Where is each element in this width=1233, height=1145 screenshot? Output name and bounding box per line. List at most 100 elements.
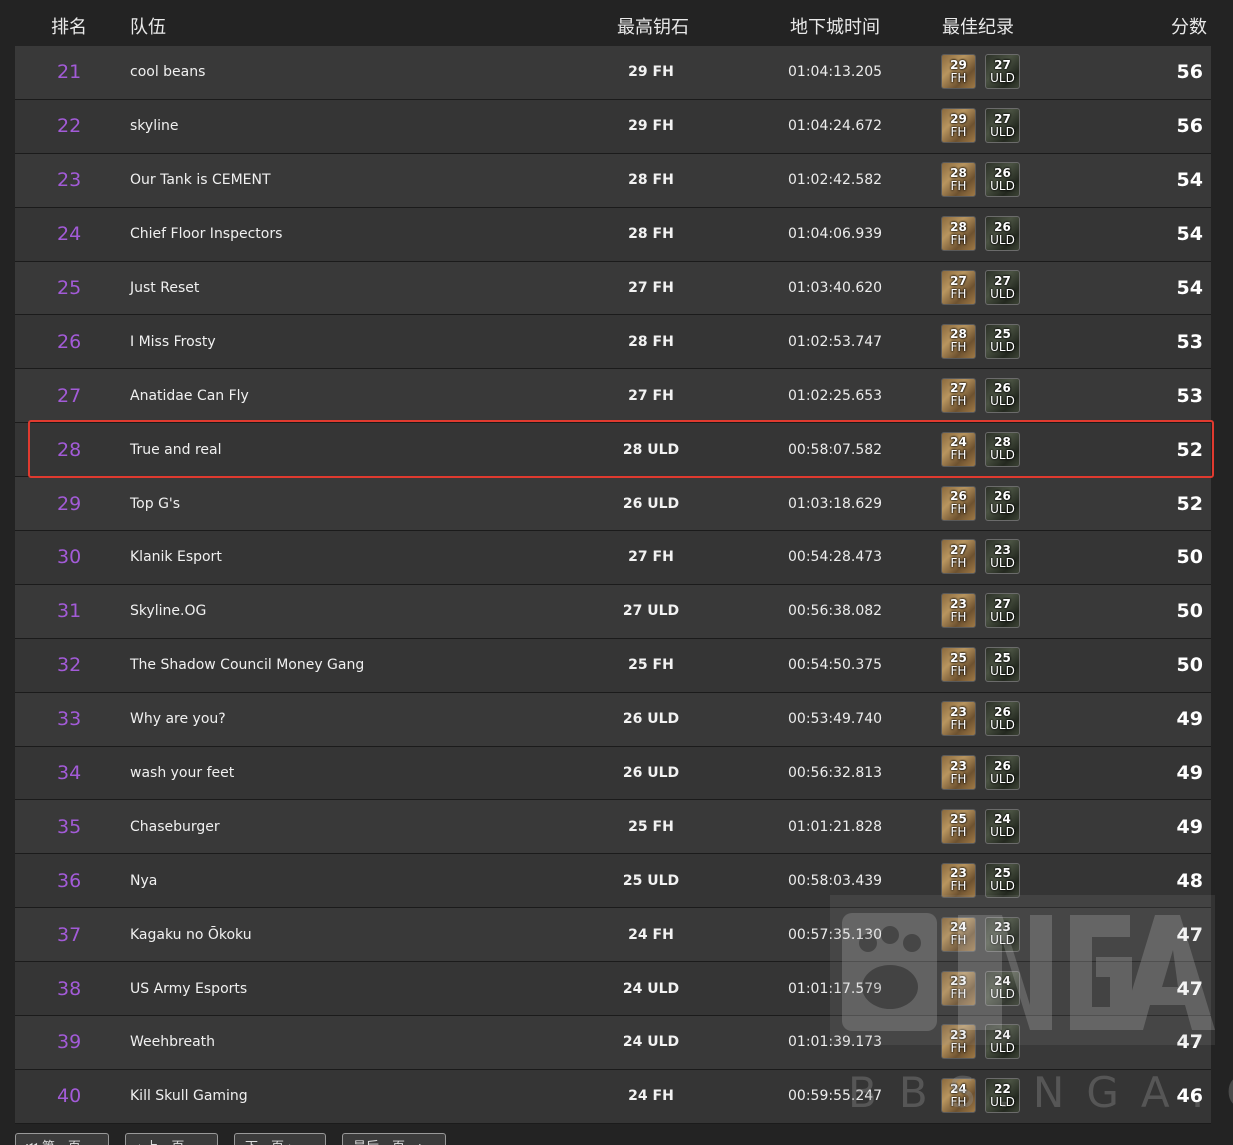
team-name[interactable]: Anatidae Can Fly <box>130 388 249 404</box>
prev-page-button[interactable]: ‹ 上一页 <box>125 1133 218 1145</box>
dungeon-badge-icon[interactable]: 23 FH <box>941 755 976 791</box>
team-name[interactable]: Weehbreath <box>130 1034 215 1050</box>
next-page-button[interactable]: 下一页 › <box>234 1133 326 1145</box>
table-row[interactable]: 39 Weehbreath 24 ULD 01:01:39.173 23 FH 24 ULD 4… <box>15 1016 1211 1070</box>
dungeon-badge-icon[interactable]: 23 FH <box>941 593 976 629</box>
table-row[interactable]: 38 US Army Esports 24 ULD 01:01:17.579 23 FH 2… <box>15 962 1211 1017</box>
team-name[interactable]: cool beans <box>130 64 205 80</box>
highest-key: 25 ULD <box>622 872 680 889</box>
last-page-button[interactable]: 最后一页 ⏭ <box>342 1133 446 1145</box>
dungeon-badge-icon[interactable]: 29 FH <box>941 108 976 144</box>
dungeon-badge-icon[interactable]: 26 FH <box>941 485 976 521</box>
score: 54 <box>1176 169 1203 192</box>
dungeon-badge-icon[interactable]: 23 ULD <box>985 539 1020 575</box>
dungeon-badge-icon[interactable]: 25 ULD <box>985 323 1020 359</box>
table-row[interactable]: 26 I Miss Frosty 28 FH 01:02:53.747 28 FH 25 UL… <box>15 315 1211 370</box>
team-name[interactable]: Why are you? <box>130 711 226 727</box>
dungeon-time: 00:59:55.247 <box>788 1088 883 1105</box>
table-row[interactable]: 24 Chief Floor Inspectors 28 FH 01:04:06.93… <box>15 207 1211 262</box>
dungeon-badge-icon[interactable]: 27 FH <box>941 377 976 413</box>
dungeon-badge-icon[interactable]: 23 FH <box>941 970 976 1006</box>
team-name[interactable]: Top G's <box>130 496 180 512</box>
dungeon-badge-icon[interactable]: 26 ULD <box>985 485 1020 521</box>
dungeon-badge-icon[interactable]: 26 ULD <box>985 377 1020 413</box>
table-row[interactable]: 36 Nya 25 ULD 00:58:03.439 23 FH 25 ULD 48 <box>15 854 1211 909</box>
dungeon-badge-icon[interactable]: 22 ULD <box>985 1078 1020 1114</box>
dungeon-badge-icon[interactable]: 24 FH <box>941 431 976 467</box>
team-name[interactable]: Nya <box>130 873 157 889</box>
team-name[interactable]: Skyline.OG <box>130 603 206 619</box>
first-page-button[interactable]: ⏮ 第一页 <box>15 1133 109 1145</box>
team-name[interactable]: Kill Skull Gaming <box>130 1088 248 1104</box>
dungeon-badge-icon[interactable]: 28 FH <box>941 323 976 359</box>
table-header: 排名 队伍 最高钥石 地下城时间 最佳纪录 分数 <box>15 0 1211 46</box>
dungeon-badge-icon[interactable]: 27 ULD <box>985 593 1020 629</box>
badge-level: 23 <box>994 920 1011 935</box>
table-row[interactable]: 35 Chaseburger 25 FH 01:01:21.828 25 FH 24 ULD 4… <box>15 800 1211 855</box>
team-name[interactable]: I Miss Frosty <box>130 334 216 350</box>
table-row[interactable]: 29 Top G's 26 ULD 01:03:18.629 26 FH 26 ULD 52 <box>15 477 1211 532</box>
dungeon-badge-icon[interactable]: 25 FH <box>941 647 976 683</box>
table-row[interactable]: 37 Kagaku no Ōkoku 24 FH 00:57:35.130 24 FH 23… <box>15 908 1211 963</box>
team-name[interactable]: Just Reset <box>130 280 199 296</box>
table-row[interactable]: 40 Kill Skull Gaming 24 FH 00:59:55.247 24 FH… <box>15 1069 1211 1124</box>
table-row[interactable]: 33 Why are you? 26 ULD 00:53:49.740 23 FH 26 UL… <box>15 692 1211 747</box>
dungeon-badge-icon[interactable]: 27 ULD <box>985 270 1020 305</box>
table-row[interactable]: 30 Klanik Esport 27 FH 00:54:28.473 27 FH 23 UL… <box>15 531 1211 585</box>
dungeon-time: 01:04:24.672 <box>788 118 883 135</box>
dungeon-badge-icon[interactable]: 25 ULD <box>985 647 1020 683</box>
table-row[interactable]: 34 wash your feet 26 ULD 00:56:32.813 23 FH 26… <box>15 746 1211 801</box>
dungeon-badge-icon[interactable]: 26 ULD <box>985 701 1020 737</box>
dungeon-badge-icon[interactable]: 23 FH <box>941 862 976 898</box>
table-row[interactable]: 27 Anatidae Can Fly 27 FH 01:02:25.653 27 FH 2… <box>15 369 1211 424</box>
badge-dungeon: FH <box>950 232 967 247</box>
dungeon-badge-icon[interactable]: 27 FH <box>941 539 976 575</box>
dungeon-badge-icon[interactable]: 23 ULD <box>985 916 1020 952</box>
dungeon-badge-icon[interactable]: 28 ULD <box>985 431 1020 467</box>
rank-number: 32 <box>57 654 82 677</box>
badge-level: 27 <box>950 542 967 557</box>
table-row[interactable]: 31 Skyline.OG 27 ULD 00:56:38.082 23 FH 27 ULD 5… <box>15 584 1211 639</box>
table-row[interactable]: 22 skyline 29 FH 01:04:24.672 29 FH 27 ULD 56 <box>15 99 1211 154</box>
badge-level: 26 <box>994 381 1011 396</box>
leaderboard: 排名 队伍 最高钥石 地下城时间 最佳纪录 分数 21 cool beans 29 … <box>15 0 1211 1124</box>
score: 53 <box>1176 330 1203 353</box>
badge-level: 26 <box>994 704 1011 719</box>
dungeon-badge-icon[interactable]: 25 ULD <box>985 862 1020 898</box>
team-name[interactable]: True and real <box>130 442 222 458</box>
team-name[interactable]: US Army Esports <box>130 981 247 997</box>
dungeon-badge-icon[interactable]: 24 ULD <box>985 1024 1020 1060</box>
team-name[interactable]: Klanik Esport <box>130 549 222 565</box>
highest-key: 27 FH <box>628 280 674 296</box>
dungeon-badge-icon[interactable]: 26 ULD <box>985 755 1020 791</box>
team-name[interactable]: Our Tank is CEMENT <box>130 172 271 188</box>
team-name[interactable]: skyline <box>130 118 178 134</box>
dungeon-badge-icon[interactable]: 24 ULD <box>985 970 1020 1006</box>
team-name[interactable]: The Shadow Council Money Gang <box>130 657 364 673</box>
dungeon-badge-icon[interactable]: 27 FH <box>941 270 976 305</box>
dungeon-badge-icon[interactable]: 23 FH <box>941 701 976 737</box>
dungeon-badge-icon[interactable]: 28 FH <box>941 162 976 198</box>
table-row[interactable]: 21 cool beans 29 FH 01:04:13.205 29 FH 27 ULD 56 <box>15 46 1211 100</box>
table-row[interactable]: 25 Just Reset 27 FH 01:03:40.620 27 FH 27 ULD 54 <box>15 261 1211 316</box>
table-row[interactable]: 32 The Shadow Council Money Gang 25 FH 00:5… <box>15 638 1211 693</box>
dungeon-badge-icon[interactable]: 24 ULD <box>985 808 1020 844</box>
dungeon-badge-icon[interactable]: 25 FH <box>941 808 976 844</box>
table-row[interactable]: 28 True and real 28 ULD 00:58:07.582 24 FH 28 U… <box>15 423 1211 478</box>
dungeon-badge-icon[interactable]: 27 ULD <box>985 54 1020 90</box>
dungeon-badge-icon[interactable]: 26 ULD <box>985 216 1020 252</box>
dungeon-badge-icon[interactable]: 28 FH <box>941 216 976 252</box>
dungeon-badge-icon[interactable]: 27 ULD <box>985 108 1020 144</box>
badge-dungeon: FH <box>950 70 967 85</box>
team-name[interactable]: Kagaku no Ōkoku <box>130 927 252 943</box>
team-name[interactable]: Chief Floor Inspectors <box>130 226 282 242</box>
badge-level: 25 <box>994 866 1011 881</box>
table-row[interactable]: 23 Our Tank is CEMENT 28 FH 01:02:42.582 28 F… <box>15 153 1211 208</box>
team-name[interactable]: Chaseburger <box>130 819 220 835</box>
dungeon-badge-icon[interactable]: 24 FH <box>941 916 976 952</box>
dungeon-badge-icon[interactable]: 24 FH <box>941 1078 976 1114</box>
dungeon-badge-icon[interactable]: 23 FH <box>941 1024 976 1060</box>
dungeon-badge-icon[interactable]: 29 FH <box>941 54 976 90</box>
team-name[interactable]: wash your feet <box>130 765 234 781</box>
dungeon-badge-icon[interactable]: 26 ULD <box>985 162 1020 198</box>
